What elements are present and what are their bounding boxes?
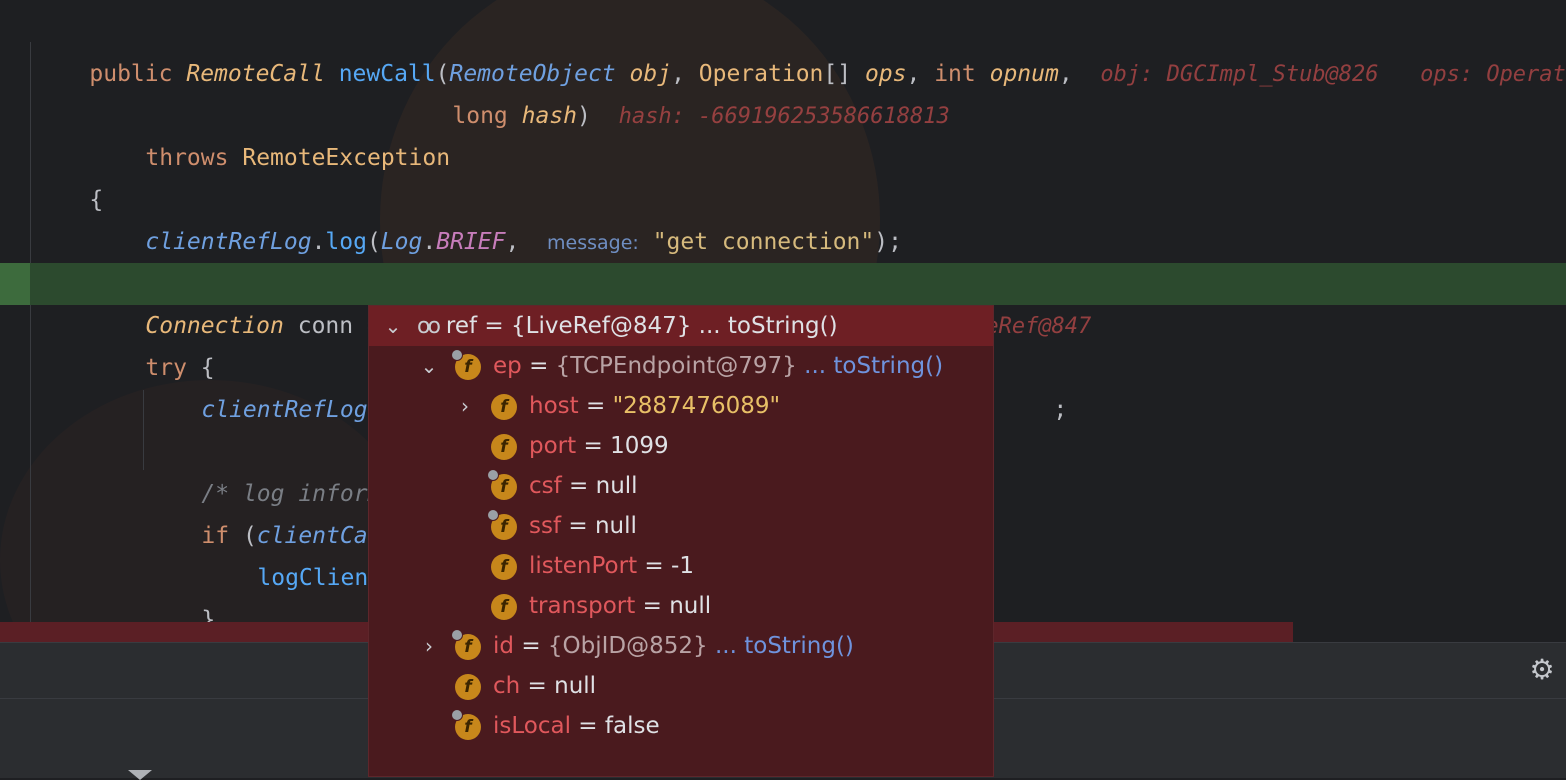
tree-row-port[interactable]: f port = 1099 <box>491 426 669 466</box>
class-ref: Log <box>380 229 423 255</box>
tree-row-islocal[interactable]: f isLocal = false <box>451 706 660 746</box>
field-name: listenPort <box>529 553 638 579</box>
keyword: public <box>89 61 173 87</box>
tree-row-ep[interactable]: f ep = {TCPEndpoint@797} ... toString() <box>451 346 943 386</box>
field-name: port <box>529 433 577 459</box>
field-icon: f <box>487 468 517 500</box>
field-icon: f <box>451 628 481 660</box>
glasses-icon: oo <box>417 314 441 339</box>
field-value: null <box>554 673 597 699</box>
field-name: id <box>493 633 514 659</box>
method-call: log <box>325 229 367 255</box>
constant-ref: BRIEF <box>436 229 506 255</box>
field-icon: f <box>491 593 517 620</box>
field-ref: clientRefLog <box>201 397 368 423</box>
tree-row-host[interactable]: f host = "2887476089" <box>491 386 780 426</box>
tree-row-listenport[interactable]: f listenPort = -1 <box>491 546 694 586</box>
tostring-link[interactable]: ... toString() <box>715 633 854 659</box>
field-icon: f <box>491 433 517 460</box>
field-value: {TCPEndpoint@797} <box>555 353 797 379</box>
field-name: ep <box>493 353 522 379</box>
field-icon: f <box>487 508 517 540</box>
return-type: RemoteCall <box>186 61 325 87</box>
field-value: null <box>595 473 638 499</box>
tostring-link[interactable]: ... toString() <box>804 353 943 379</box>
chevron-right-icon[interactable]: › <box>417 626 441 666</box>
gear-icon[interactable]: ⚙ <box>1528 656 1556 684</box>
param-name: opnum <box>989 61 1059 87</box>
code-line-1[interactable]: public RemoteCall newCall(RemoteObject o… <box>34 11 1565 87</box>
indent-guide <box>30 42 31 622</box>
param-name: hash <box>521 103 578 129</box>
tostring-link[interactable]: ... toString() <box>699 313 838 339</box>
field-value: false <box>604 713 660 739</box>
var-value: {LiveRef@847} <box>511 313 692 339</box>
field-name: transport <box>529 593 636 619</box>
field-icon: f <box>451 708 481 740</box>
local-var: conn <box>297 313 354 339</box>
keyword: throws <box>145 145 229 171</box>
field-value: {ObjID@852} <box>547 633 708 659</box>
tree-row-ref[interactable]: oo ref = {LiveRef@847} ... toString() <box>417 306 838 346</box>
tree-row-ssf[interactable]: f ssf = null <box>487 506 637 546</box>
field-icon: f <box>491 553 517 580</box>
field-icon: f <box>451 348 481 380</box>
inline-value-hint: obj: DGCImpl_Stub@826 <box>1100 62 1379 87</box>
inline-value-hint: hash: -669196253586618813 <box>618 104 950 129</box>
code-line-5[interactable]: clientRefLog.log(Log.BRIEF, message: "ge… <box>90 179 902 255</box>
chevron-down-icon[interactable]: ⌄ <box>417 346 441 386</box>
code-line-8[interactable]: try { <box>90 305 214 381</box>
field-value: null <box>594 513 637 539</box>
field-name: host <box>529 393 579 419</box>
tree-row-id[interactable]: f id = {ObjID@852} ... toString() <box>451 626 854 666</box>
code-line-9-end: ; <box>998 347 1067 423</box>
field-ref: clientRefLog <box>145 229 312 255</box>
field-icon: f <box>491 393 517 420</box>
field-value: 1099 <box>610 433 669 459</box>
field-icon: f <box>455 673 481 700</box>
indent-guide <box>143 390 144 470</box>
field-name: isLocal <box>493 713 571 739</box>
close-brace: } <box>201 607 216 622</box>
code-line-7[interactable]: Connection conn = ref.getChannel().newCo… <box>90 263 1091 339</box>
inline-value-hint: ops: Operat <box>1420 62 1566 87</box>
code-line-3[interactable]: throws RemoteException <box>90 95 450 171</box>
tree-row-transport[interactable]: f transport = null <box>491 586 711 626</box>
field-name: ssf <box>529 513 562 539</box>
code-line-4[interactable]: { <box>34 137 103 213</box>
field-name: ch <box>493 673 521 699</box>
field-value: null <box>669 593 712 619</box>
chevron-right-icon[interactable]: › <box>453 386 477 426</box>
chevron-down-icon[interactable]: ⌄ <box>381 306 405 346</box>
code-line-13[interactable]: } <box>146 557 215 622</box>
debugger-value-popup[interactable]: ⌄ oo ref = {LiveRef@847} ... toString() ⌄… <box>368 305 994 777</box>
field-value: -1 <box>671 553 694 579</box>
exception-type: RemoteException <box>242 145 451 171</box>
statement-end: ; <box>1053 397 1068 423</box>
string-literal: "get connection" <box>652 229 875 255</box>
parameter-name-hint: message: <box>547 232 639 254</box>
field-value: "2887476089" <box>612 393 781 419</box>
code-line-2[interactable]: long hash) hash: -669196253586618813 <box>397 53 949 129</box>
param-type: long <box>452 103 508 129</box>
var-name: ref <box>445 313 478 339</box>
tree-row-ch[interactable]: f ch = null <box>455 666 596 706</box>
tree-row-csf[interactable]: f csf = null <box>487 466 638 506</box>
collapse-triangle-icon[interactable] <box>128 770 152 780</box>
field-name: csf <box>529 473 562 499</box>
